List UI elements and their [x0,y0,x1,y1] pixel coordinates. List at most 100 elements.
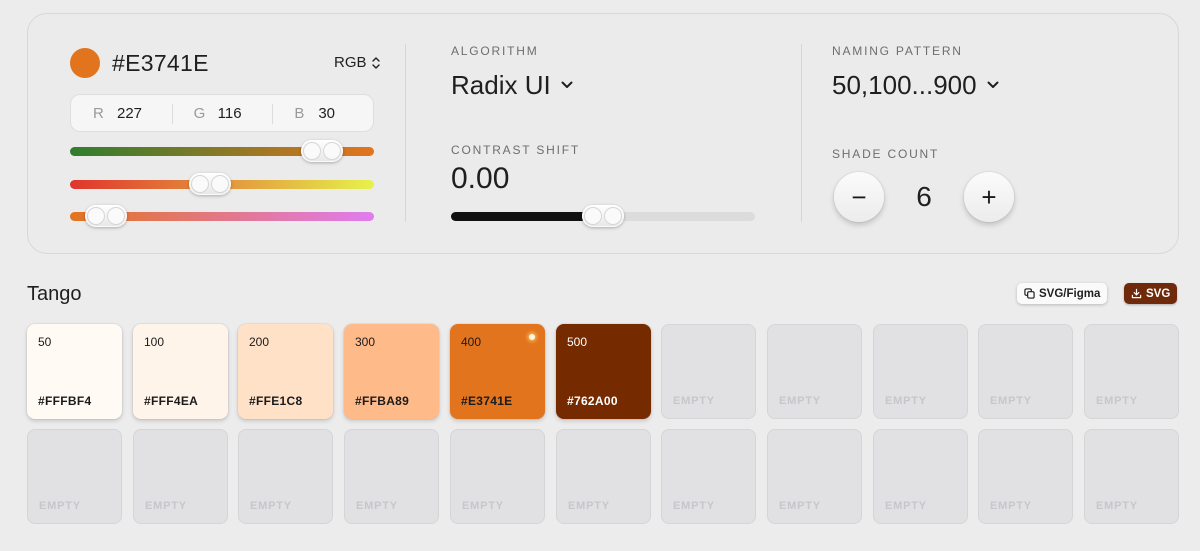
empty-shade-slot[interactable]: EMPTY [767,429,862,524]
color-swatch[interactable] [70,48,100,78]
empty-slot-label: EMPTY [779,500,821,512]
naming-pattern-select[interactable]: 50,100...900 [832,69,999,101]
color-slider-3[interactable] [70,205,374,227]
empty-slot-label: EMPTY [568,500,610,512]
empty-slot-label: EMPTY [39,500,81,512]
export-svg-figma-label: SVG/Figma [1039,287,1101,300]
color-mode-label: RGB [334,54,367,71]
shade-hex-label: #762A00 [567,394,618,408]
empty-shade-slot[interactable]: EMPTY [556,429,651,524]
shade-step-label: 300 [355,335,376,349]
shade-step-label: 50 [38,335,52,349]
empty-slot-label: EMPTY [990,395,1032,407]
channel-key: R [93,104,104,122]
empty-shade-slot[interactable]: EMPTY [450,429,545,524]
channel-value: 30 [318,104,336,122]
shade-tile-50[interactable]: 50 #FFFBF4 [27,324,122,419]
empty-slot-label: EMPTY [779,395,821,407]
channel-value: 116 [217,104,242,122]
column-divider [405,44,406,222]
empty-slot-label: EMPTY [885,395,927,407]
rgb-input-group: R 227 G 116 B 30 [70,94,374,132]
minus-icon: − [851,181,867,212]
empty-shade-slot[interactable]: EMPTY [978,324,1073,419]
empty-slot-label: EMPTY [673,500,715,512]
empty-slot-label: EMPTY [145,500,187,512]
copy-icon [1024,288,1035,299]
shade-hex-label: #FFBA89 [355,394,410,408]
empty-slot-label: EMPTY [1096,395,1138,407]
settings-card: #E3741E RGB R 227 G 116 B 30 ALGORITHM R… [27,13,1179,254]
color-slider-1[interactable] [70,140,374,162]
empty-shade-slot[interactable]: EMPTY [27,429,122,524]
naming-pattern-value: 50,100...900 [832,70,977,100]
slider-thumb[interactable] [85,205,128,227]
download-svg-button[interactable]: SVG [1124,283,1178,304]
empty-shade-slot[interactable]: EMPTY [767,324,862,419]
shade-tile-400[interactable]: 400 #E3741E [450,324,545,419]
empty-shade-slot[interactable]: EMPTY [661,429,756,524]
shade-hex-label: #FFFBF4 [38,394,92,408]
empty-shade-slot[interactable]: EMPTY [238,429,333,524]
shade-hex-label: #FFE1C8 [249,394,303,408]
empty-shade-slot[interactable]: EMPTY [873,429,968,524]
empty-shade-slot[interactable]: EMPTY [1084,429,1179,524]
chevron-down-icon [987,81,999,88]
contrast-slider-fill [451,212,603,221]
empty-slot-label: EMPTY [356,500,398,512]
channel-key: G [193,104,206,122]
shade-step-label: 500 [567,335,588,349]
naming-pattern-label: NAMING PATTERN [832,44,963,58]
shade-tile-300[interactable]: 300 #FFBA89 [344,324,439,419]
slider-thumb[interactable] [301,140,344,162]
contrast-shift-label: CONTRAST SHIFT [451,143,580,157]
algorithm-label: ALGORITHM [451,44,539,58]
hex-value[interactable]: #E3741E [112,48,209,78]
download-svg-label: SVG [1146,287,1171,300]
channel-key: B [294,104,305,122]
empty-shade-slot[interactable]: EMPTY [873,324,968,419]
empty-shade-slot[interactable]: EMPTY [978,429,1073,524]
empty-slot-label: EMPTY [462,500,504,512]
shade-tile-200[interactable]: 200 #FFE1C8 [238,324,333,419]
download-icon [1131,288,1142,299]
shade-hex-label: #FFF4EA [144,394,199,408]
increase-shade-count-button[interactable]: + [964,172,1014,222]
base-color-indicator-icon [529,334,535,340]
export-svg-figma-button[interactable]: SVG/Figma [1017,283,1108,304]
slider-thumb[interactable] [188,173,231,195]
column-divider [801,44,802,222]
empty-shade-slot[interactable]: EMPTY [133,429,228,524]
contrast-shift-value: 0.00 [451,162,510,195]
shade-tile-100[interactable]: 100 #FFF4EA [133,324,228,419]
empty-shade-slot[interactable]: EMPTY [661,324,756,419]
empty-slot-label: EMPTY [250,500,292,512]
contrast-shift-slider[interactable] [451,205,755,227]
shade-step-label: 100 [144,335,165,349]
algorithm-value: Radix UI [451,70,551,100]
algorithm-select[interactable]: Radix UI [451,69,573,101]
shade-hex-label: #E3741E [461,394,513,408]
blue-channel-input[interactable]: B 30 [272,95,373,131]
channel-value: 227 [117,104,143,122]
shade-count-value: 6 [916,181,932,212]
chevron-down-icon [561,81,573,88]
up-down-chevron-icon [371,57,380,69]
empty-shade-slot[interactable]: EMPTY [344,429,439,524]
shade-tile-500[interactable]: 500 #762A00 [556,324,651,419]
shade-step-label: 400 [461,335,482,349]
empty-slot-label: EMPTY [673,395,715,407]
empty-shade-slot[interactable]: EMPTY [1084,324,1179,419]
plus-icon: + [981,181,997,212]
green-channel-input[interactable]: G 116 [171,95,273,131]
empty-slot-label: EMPTY [1096,500,1138,512]
color-mode-select[interactable]: RGB [334,53,381,73]
palette-name[interactable]: Tango [27,282,82,306]
slider-thumb[interactable] [582,205,624,227]
shade-count-label: SHADE COUNT [832,147,940,161]
color-slider-2[interactable] [70,173,374,195]
red-channel-input[interactable]: R 227 [71,95,172,131]
shade-step-label: 200 [249,335,270,349]
decrease-shade-count-button[interactable]: − [834,172,884,222]
empty-slot-label: EMPTY [990,500,1032,512]
